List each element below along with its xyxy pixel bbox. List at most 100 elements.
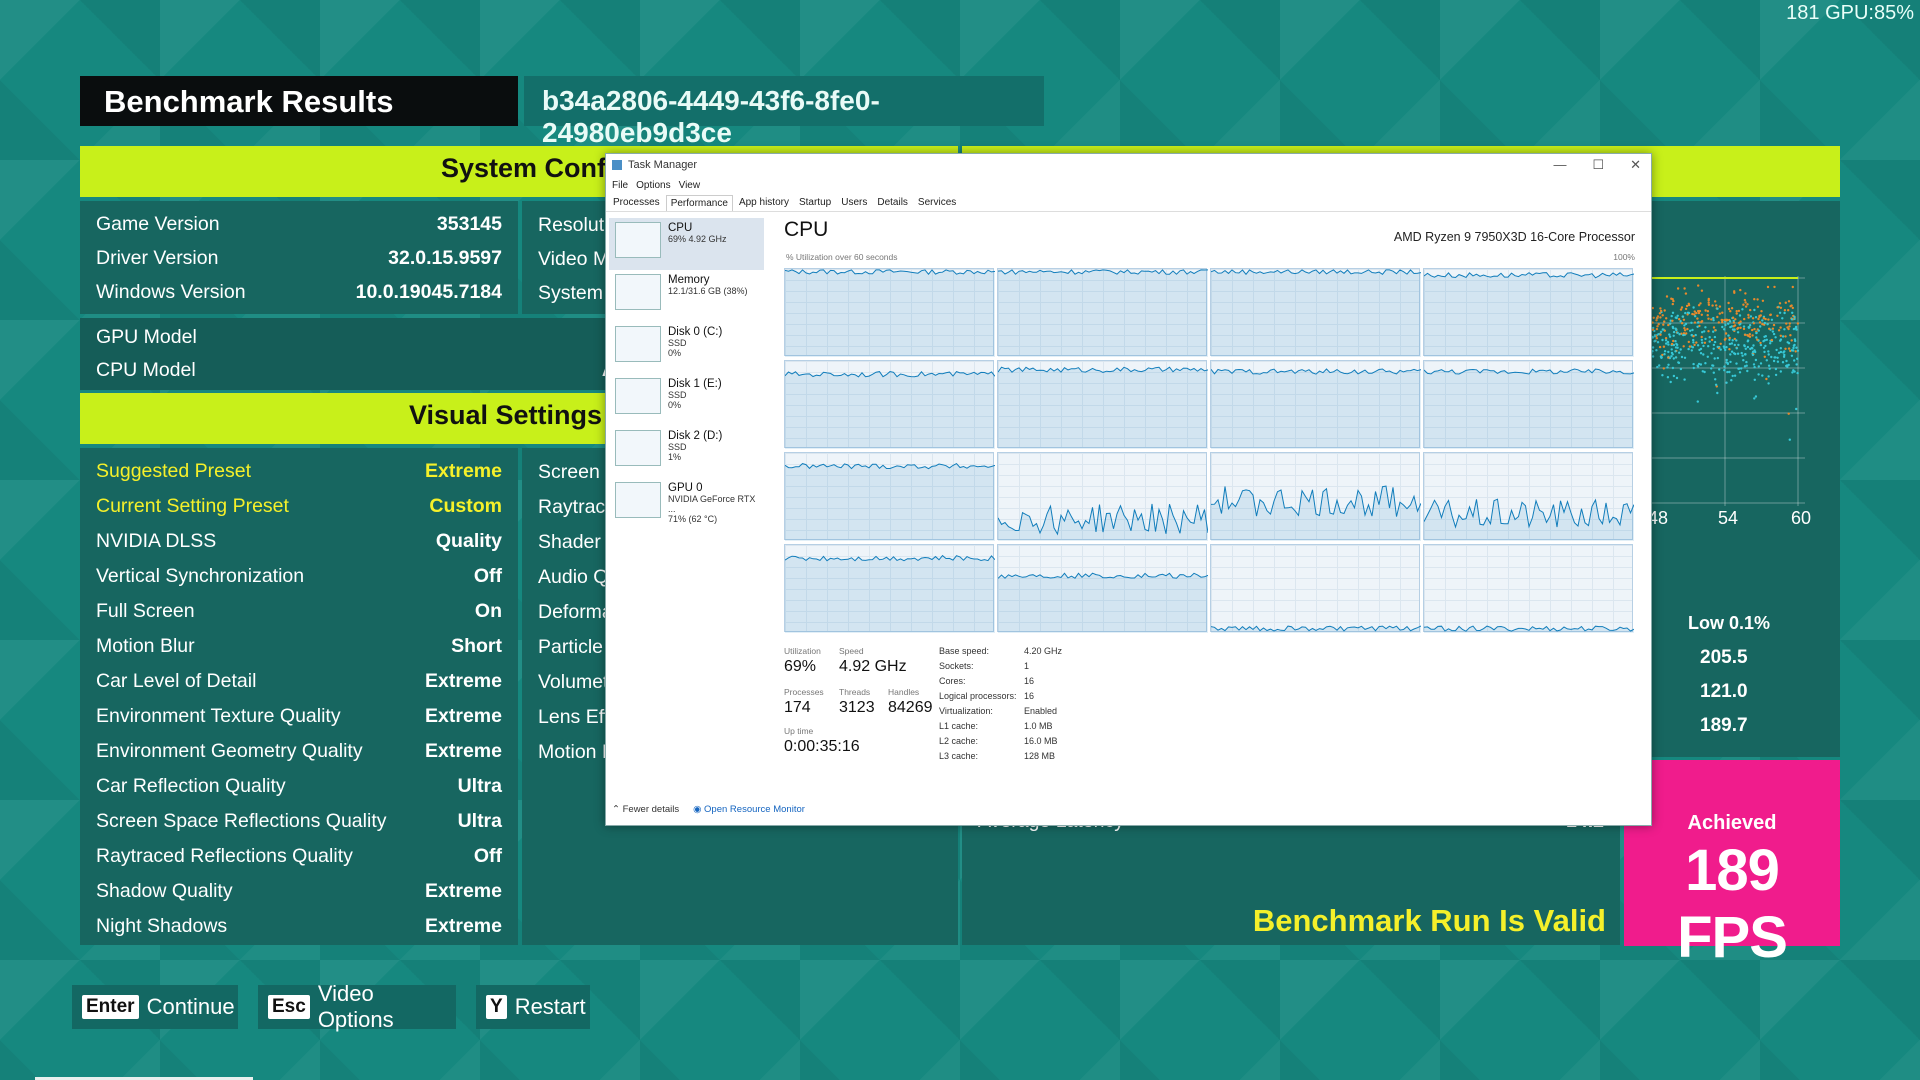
frametime-point	[1722, 345, 1726, 348]
low-01-header: Low 0.1%	[1688, 613, 1771, 633]
menu-options[interactable]: Options	[636, 180, 670, 191]
frametime-point	[1788, 438, 1791, 441]
sidebar-thumbnail	[615, 222, 661, 258]
task-manager-window[interactable]: Task Manager — ☐ ✕ File Options View Pro…	[605, 153, 1652, 826]
frametime-point	[1724, 348, 1727, 352]
restart-button[interactable]: Y Restart	[476, 985, 590, 1029]
visual-setting-mid-label: Volumetr	[538, 671, 615, 693]
maximize-icon[interactable]: ☐	[1592, 157, 1604, 173]
sidebar-item-gpu-0[interactable]: GPU 0 NVIDIA GeForce RTX ... 71% (62 °C)	[609, 478, 764, 530]
frametime-point	[1779, 370, 1782, 373]
tab-performance[interactable]: Performance	[665, 194, 733, 211]
fewer-details-link[interactable]: ⌃ Fewer details	[612, 804, 679, 815]
frametime-point	[1670, 348, 1673, 351]
tab-services[interactable]: Services	[914, 195, 960, 210]
frametime-point	[1712, 347, 1715, 350]
continue-button[interactable]: Enter Continue	[72, 985, 238, 1029]
visual-setting-row: Night Shadows Extreme	[96, 912, 502, 940]
sidebar-item-disk-0-c[interactable]: Disk 0 (C:) SSD 0%	[609, 322, 764, 374]
frametime-point	[1735, 347, 1738, 350]
frametime-point	[1716, 391, 1719, 395]
achieved-fps-box: Achieved 189 FPS	[1624, 760, 1840, 970]
menu-file[interactable]: File	[612, 180, 628, 191]
frametime-point	[1672, 330, 1676, 334]
frametime-point	[1793, 370, 1796, 373]
frametime-point	[1757, 365, 1760, 368]
frametime-point	[1790, 354, 1794, 357]
tab-app-history[interactable]: App history	[735, 195, 793, 210]
frametime-point	[1713, 340, 1717, 344]
frametime-point	[1656, 365, 1659, 369]
frametime-point	[1741, 354, 1744, 357]
frametime-point	[1791, 371, 1794, 374]
frametime-point	[1734, 318, 1737, 321]
setting-label: NVIDIA DLSS	[96, 529, 217, 552]
tab-startup[interactable]: Startup	[795, 195, 835, 210]
frametime-point	[1667, 350, 1670, 354]
frametime-point	[1680, 355, 1684, 359]
tab-processes[interactable]: Processes	[609, 195, 664, 210]
frametime-point	[1759, 325, 1762, 328]
speed-label: Speed	[839, 646, 864, 656]
core-graph	[997, 452, 1208, 541]
frametime-point	[1787, 347, 1791, 350]
frametime-point	[1702, 344, 1705, 348]
cpu-detail-value: 128 MB	[1024, 751, 1056, 761]
frametime-point	[1743, 317, 1746, 321]
threads-label: Threads	[839, 687, 871, 697]
frametime-point	[1724, 323, 1727, 327]
menu-view[interactable]: View	[679, 180, 701, 191]
sidebar-thumbnail	[615, 482, 661, 518]
cpu-detail-key: L2 cache:	[939, 736, 979, 746]
tab-details[interactable]: Details	[873, 195, 912, 210]
core-usage-area	[785, 555, 995, 633]
setting-value: Extreme	[425, 739, 502, 762]
frametime-point	[1735, 339, 1738, 342]
frametime-point	[1796, 322, 1800, 325]
fps-gpu-overlay: 181 GPU:85%	[1786, 2, 1914, 24]
frametime-point	[1743, 298, 1747, 302]
cpu-detail-value: 16	[1024, 676, 1035, 686]
frametime-point	[1670, 314, 1673, 318]
sidebar-item-disk-1-e[interactable]: Disk 1 (E:) SSD 0%	[609, 374, 764, 426]
frametime-point	[1752, 363, 1756, 366]
setting-value: Ultra	[457, 774, 502, 797]
enter-key-icon: Enter	[82, 995, 139, 1019]
frametime-point	[1656, 316, 1659, 320]
frametime-point	[1711, 364, 1714, 367]
minimize-icon[interactable]: —	[1553, 157, 1566, 173]
speed-value: 4.92 GHz	[839, 658, 907, 675]
frametime-point	[1730, 350, 1734, 353]
frametime-point	[1729, 325, 1732, 329]
frametime-point	[1684, 292, 1688, 295]
frametime-point	[1782, 351, 1785, 354]
frametime-point	[1659, 307, 1662, 310]
frametime-point	[1739, 326, 1742, 329]
tab-users[interactable]: Users	[837, 195, 871, 210]
task-manager-titlebar[interactable]: Task Manager — ☐ ✕	[606, 154, 1651, 176]
frametime-point	[1759, 362, 1763, 365]
frametime-point	[1781, 361, 1785, 364]
frametime-point	[1653, 335, 1657, 338]
sidebar-item-disk-2-d[interactable]: Disk 2 (D:) SSD 1%	[609, 426, 764, 478]
sidebar-item-cpu[interactable]: CPU 69% 4.92 GHz	[609, 218, 764, 270]
cpu-detail-row: L3 cache: 128 MB	[939, 751, 1055, 761]
frametime-point	[1760, 310, 1763, 313]
close-icon[interactable]: ✕	[1630, 157, 1641, 173]
frametime-point	[1693, 321, 1697, 324]
sidebar-item-memory[interactable]: Memory 12.1/31.6 GB (38%)	[609, 270, 764, 322]
frametime-point	[1707, 301, 1710, 304]
sidebar-item-detail: 0%	[668, 400, 682, 410]
frametime-point	[1753, 378, 1756, 381]
processes-value: 174	[784, 699, 811, 716]
frametime-point	[1737, 367, 1740, 370]
frametime-point	[1733, 290, 1736, 293]
frametime-point	[1695, 341, 1698, 344]
visual-setting-row: Environment Texture Quality Extreme	[96, 702, 502, 730]
achieved-fps: 189 FPS	[1677, 838, 1788, 970]
cpu-detail-row: Virtualization: Enabled	[939, 706, 1057, 716]
video-options-button[interactable]: Esc Video Options	[258, 981, 456, 1032]
frametime-point	[1723, 369, 1726, 372]
open-resource-monitor-link[interactable]: ◉ Open Resource Monitor	[693, 804, 805, 815]
frametime-point	[1738, 314, 1742, 317]
